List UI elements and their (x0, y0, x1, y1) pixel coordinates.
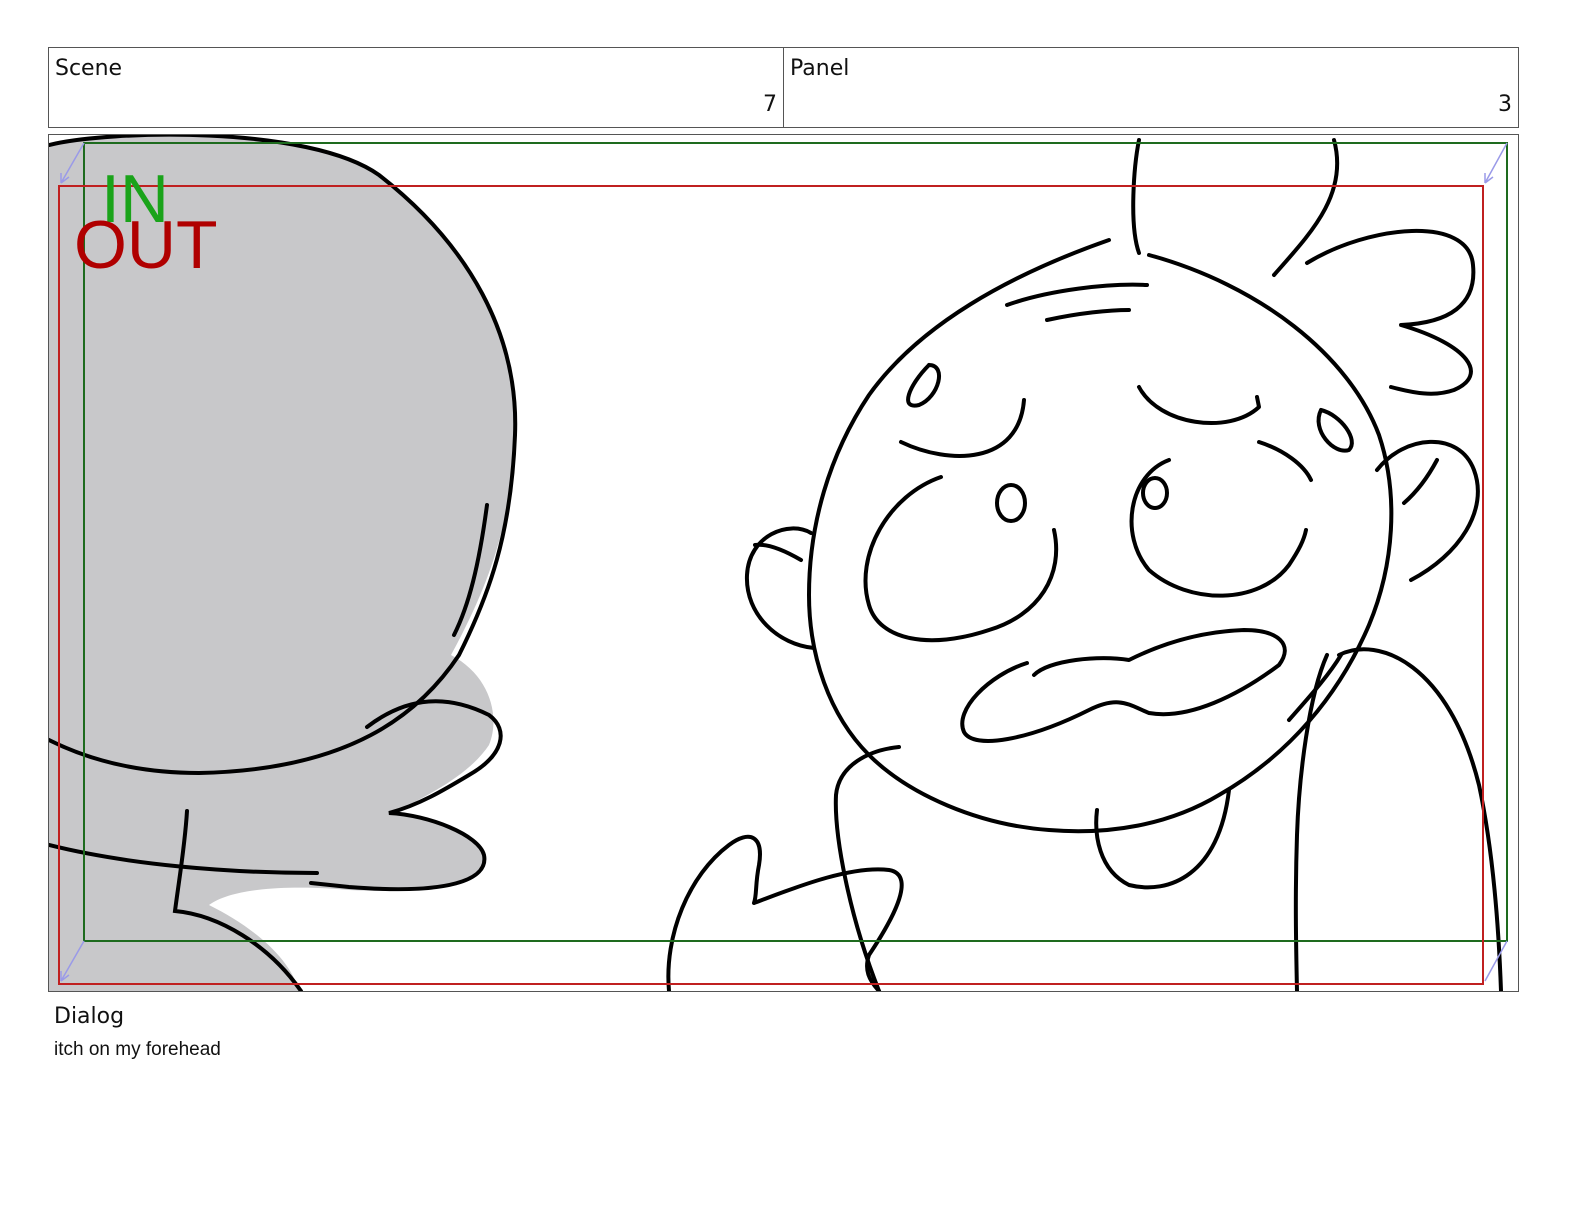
background-character (666, 138, 1503, 991)
panel-label: Panel (790, 56, 850, 81)
out-label: OUT (74, 207, 218, 283)
sketch-drawing (49, 135, 1508, 991)
neck (1094, 788, 1231, 890)
sweat-drop-left (906, 363, 941, 408)
scene-number: 7 (763, 92, 777, 117)
dialog-label: Dialog (54, 1004, 125, 1029)
scene-panel-header: Scene 7 Panel 3 (48, 47, 1519, 128)
hair-tuft-left (1131, 138, 1141, 255)
brow-line-1 (1005, 282, 1149, 307)
scene-cell: Scene 7 (49, 48, 783, 127)
right-ear-inner (1402, 458, 1439, 505)
left-eye (863, 475, 1059, 643)
sweat-drop-right (1316, 408, 1354, 453)
hair-tuft-right (1272, 138, 1340, 277)
dialog-section: Dialog itch on my forehead (54, 1004, 221, 1061)
body-right-line (1337, 647, 1503, 991)
hand (666, 834, 904, 991)
right-eye-line (1257, 440, 1313, 482)
scene-label: Scene (55, 56, 123, 81)
brow-line-2 (1045, 308, 1131, 322)
panel-number: 3 (1498, 92, 1512, 117)
left-pupil (995, 483, 1027, 523)
dialog-text: itch on my forehead (54, 1039, 221, 1060)
panel-cell: Panel 3 (783, 48, 1518, 127)
right-eyebrow (1137, 385, 1261, 426)
storyboard-frame: IN OUT (48, 134, 1519, 992)
left-eyebrow (899, 398, 1026, 458)
hair-spikes (1305, 228, 1476, 396)
mouth (960, 628, 1287, 743)
left-ear-inner (753, 542, 803, 562)
right-pupil (1141, 476, 1169, 510)
